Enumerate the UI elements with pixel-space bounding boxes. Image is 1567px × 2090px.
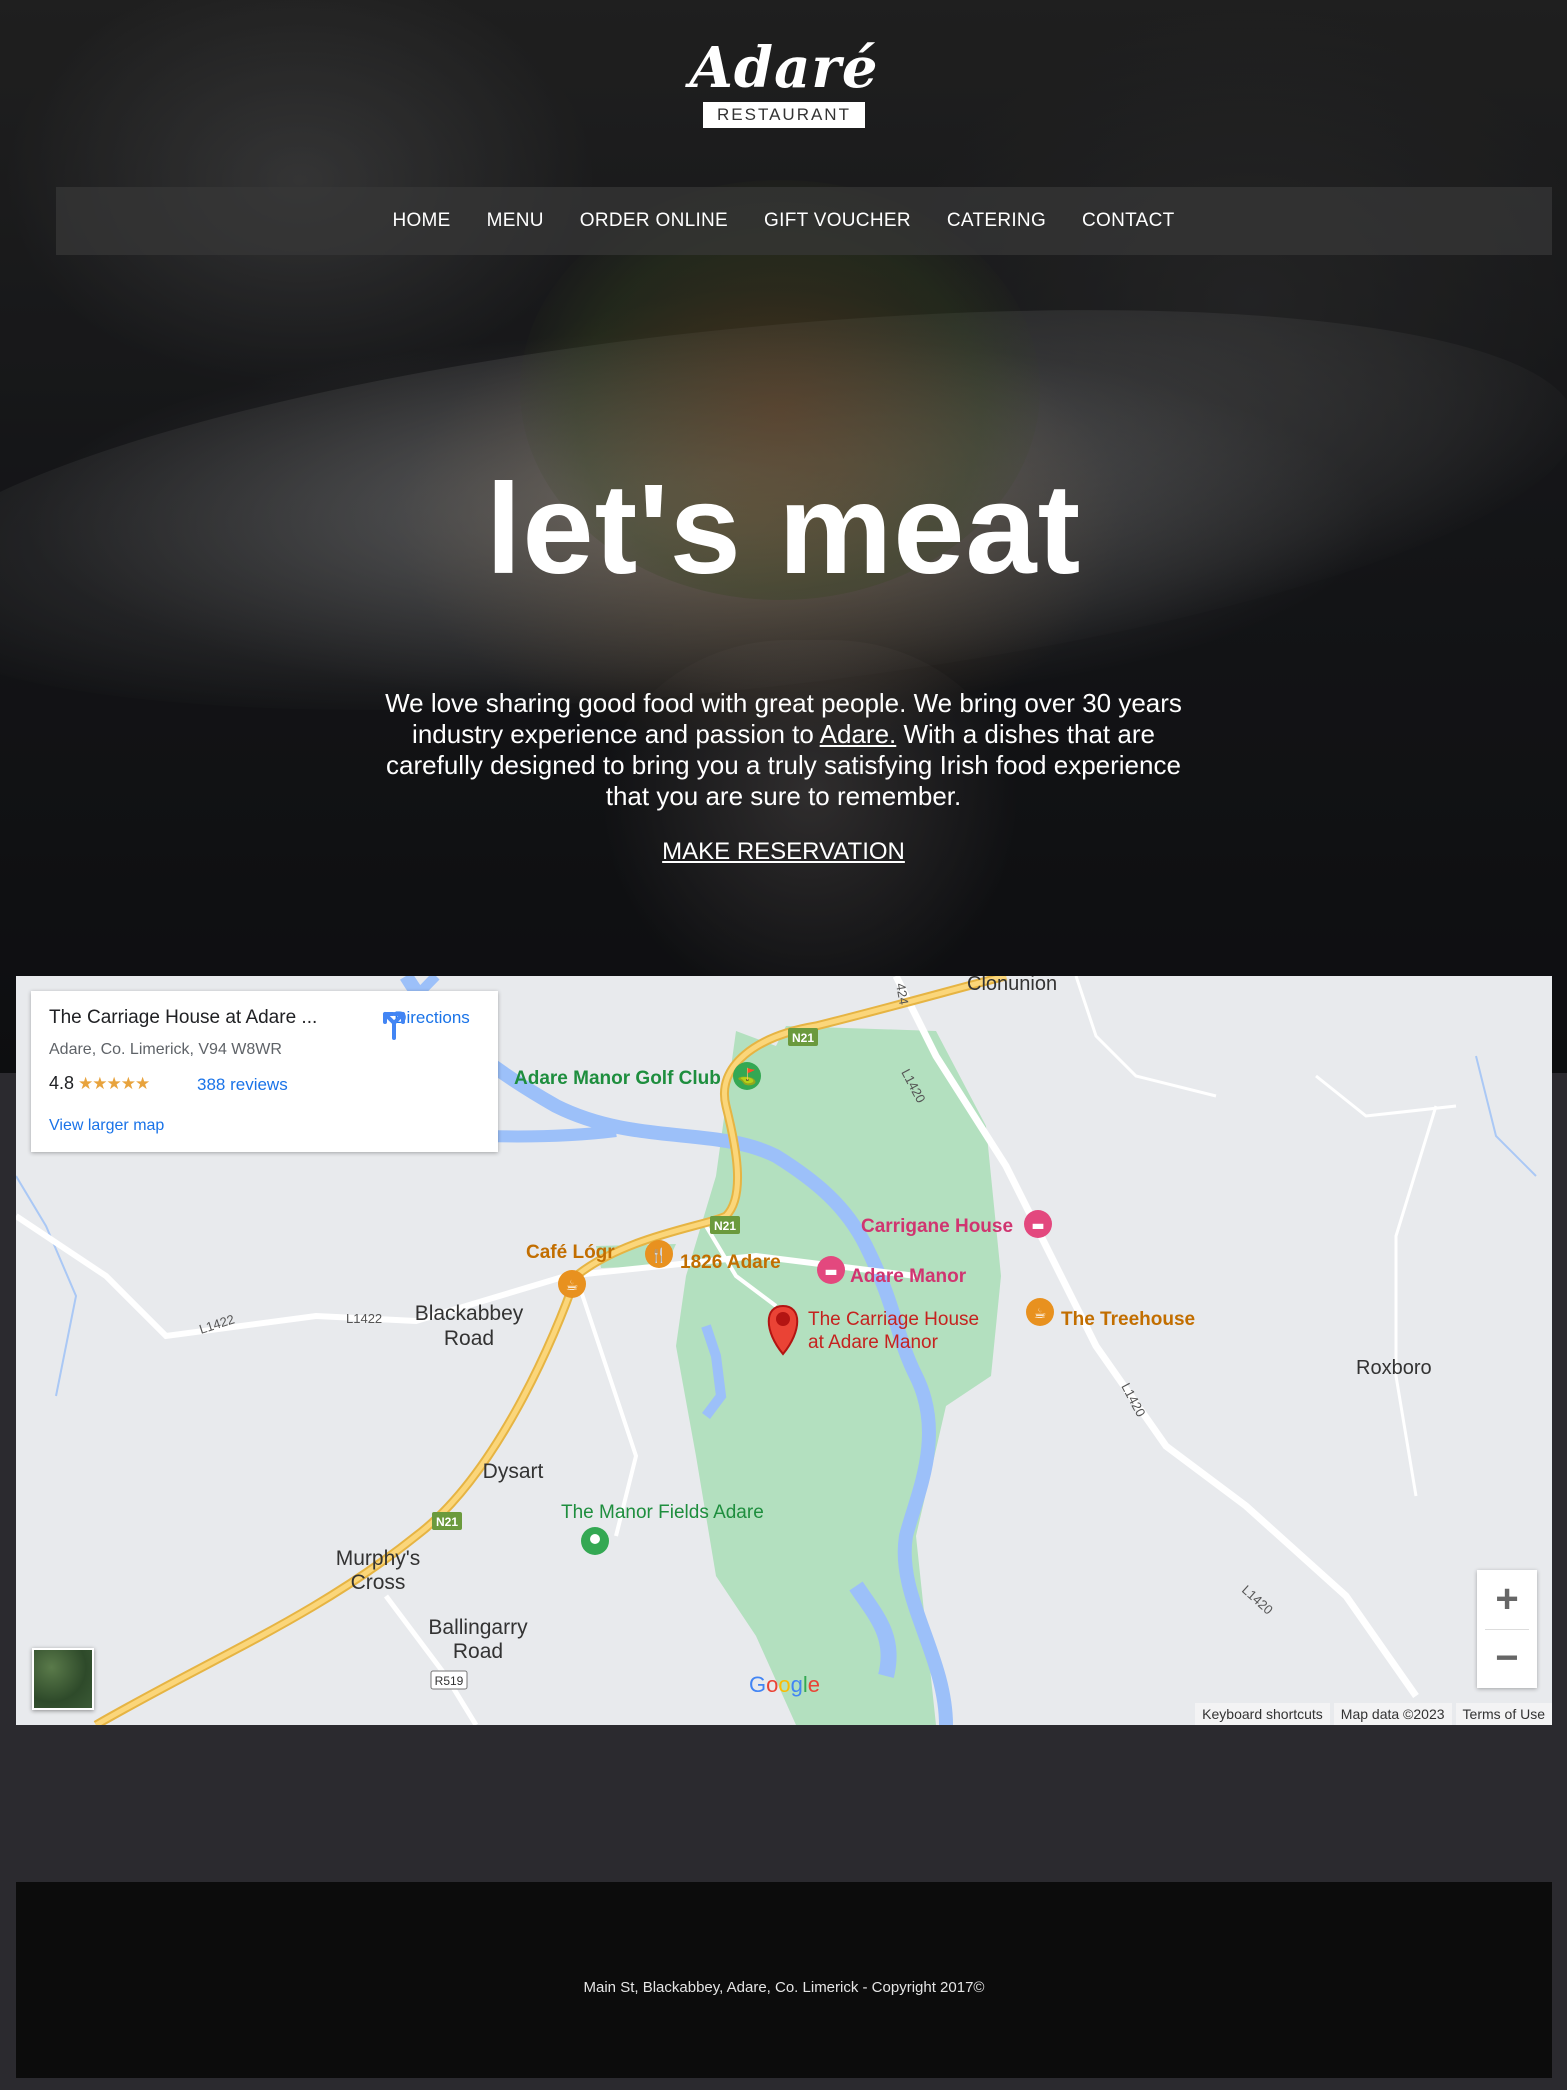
place-info-card: The Carriage House at Adare ... Adare, C… <box>31 991 498 1152</box>
label-blackabbey-1: Blackabbey <box>415 1302 524 1325</box>
zoom-control: + − <box>1477 1570 1537 1688</box>
make-reservation-link[interactable]: MAKE RESERVATION <box>662 838 905 865</box>
adare-manor-park <box>676 1026 1001 1725</box>
n21-shield-3: N21 <box>432 1512 462 1530</box>
bed-icon: ▬ <box>1031 1218 1044 1234</box>
main-nav: HOME MENU ORDER ONLINE GIFT VOUCHER CATE… <box>0 187 1567 255</box>
label-dysart: Dysart <box>483 1460 544 1483</box>
directions-icon <box>383 1012 405 1040</box>
zoom-out-button[interactable]: − <box>1477 1629 1537 1688</box>
nav-gift-voucher[interactable]: GIFT VOUCHER <box>764 210 911 232</box>
google-map[interactable]: N21 N21 N21 R519 L1422 L1422 L1420 L1420… <box>16 976 1552 1725</box>
svg-text:Carrigane House: Carrigane House <box>861 1216 1013 1237</box>
site-logo[interactable]: Adaré RESTAURANT <box>684 38 884 128</box>
svg-text:R519: R519 <box>435 1674 464 1688</box>
place-title: The Carriage House at Adare ... <box>49 1007 318 1028</box>
label-blackabbey-2: Road <box>444 1327 494 1350</box>
map-attribution: Keyboard shortcuts Map data ©2023 Terms … <box>1191 1703 1552 1725</box>
logo-subtitle: RESTAURANT <box>703 102 865 128</box>
svg-text:The Treehouse: The Treehouse <box>1061 1309 1195 1330</box>
golf-icon: ⛳ <box>737 1067 757 1086</box>
google-logo: Google <box>749 1672 821 1697</box>
map-data-text: Map data ©2023 <box>1333 1703 1452 1725</box>
svg-text:N21: N21 <box>714 1219 736 1233</box>
poi-treehouse[interactable]: ☕ The Treehouse <box>1026 1298 1195 1330</box>
place-rating: 4.8 ★★★★★ <box>49 1073 150 1094</box>
star-icons: ★★★★★ <box>78 1074 150 1093</box>
cafe-icon: ☕ <box>1034 1306 1047 1322</box>
svg-text:Café Lógr: Café Lógr <box>526 1242 615 1263</box>
svg-text:1826 Adare: 1826 Adare <box>680 1252 781 1273</box>
reservation-cta-wrap: MAKE RESERVATION <box>0 838 1567 866</box>
view-larger-map-link[interactable]: View larger map <box>49 1117 164 1135</box>
svg-text:Adare Manor: Adare Manor <box>850 1266 967 1287</box>
l1420-label-3: L1420 <box>1239 1582 1276 1617</box>
label-murphys-1: Murphy's <box>336 1547 421 1570</box>
footer-address-copyright: Main St, Blackabbey, Adare, Co. Limerick… <box>583 1979 985 1996</box>
nav-order-online[interactable]: ORDER ONLINE <box>580 210 728 232</box>
l1422-label-2: L1422 <box>346 1311 382 1326</box>
pin-label-2: at Adare Manor <box>808 1332 939 1353</box>
hotel-icon: ▬ <box>824 1264 837 1280</box>
l1420-label-2: L1420 <box>1118 1380 1148 1419</box>
label-ballingarry-2: Road <box>453 1640 503 1663</box>
hero-section: Adaré RESTAURANT HOME MENU ORDER ONLINE … <box>0 0 1567 1073</box>
hero-headline: let's meat <box>485 458 1082 601</box>
keyboard-shortcuts-link[interactable]: Keyboard shortcuts <box>1195 1703 1330 1725</box>
hero-intro: We love sharing good food with great peo… <box>370 688 1197 812</box>
terms-of-use-link[interactable]: Terms of Use <box>1455 1703 1552 1725</box>
svg-text:The Manor Fields Adare: The Manor Fields Adare <box>561 1502 764 1523</box>
main-nav-bar: HOME MENU ORDER ONLINE GIFT VOUCHER CATE… <box>56 187 1552 255</box>
reviews-link[interactable]: 388 reviews <box>197 1075 288 1095</box>
n21-shield-2: N21 <box>710 1216 740 1234</box>
n21-shield-1: N21 <box>788 1028 818 1046</box>
satellite-toggle-thumbnail[interactable] <box>32 1648 94 1710</box>
pin-label-1: The Carriage House <box>808 1309 979 1330</box>
restaurant-icon: 🍴 <box>650 1247 667 1264</box>
r519-shield: R519 <box>430 1670 468 1690</box>
cafe-icon: ☕ <box>566 1278 579 1294</box>
zoom-in-button[interactable]: + <box>1477 1570 1537 1629</box>
site-footer: Main St, Blackabbey, Adare, Co. Limerick… <box>16 1882 1552 2078</box>
label-clonunion: Clonunion <box>967 976 1057 995</box>
svg-text:N21: N21 <box>792 1031 814 1045</box>
l1422-label-1: L1422 <box>197 1311 236 1336</box>
intro-adare-link[interactable]: Adare. <box>820 719 897 749</box>
nav-menu[interactable]: MENU <box>487 210 544 232</box>
logo-script: Adaré <box>689 35 879 101</box>
nav-catering[interactable]: CATERING <box>947 210 1046 232</box>
rating-value: 4.8 <box>49 1073 75 1093</box>
label-roxboro: Roxboro <box>1356 1357 1432 1379</box>
nav-home[interactable]: HOME <box>392 210 450 232</box>
nav-contact[interactable]: CONTACT <box>1082 210 1175 232</box>
directions-button[interactable]: Directions <box>377 1006 487 1040</box>
label-ballingarry-1: Ballingarry <box>428 1616 528 1639</box>
svg-text:Adare Manor Golf Club: Adare Manor Golf Club <box>514 1068 721 1089</box>
place-address: Adare, Co. Limerick, V94 W8WR <box>49 1041 282 1058</box>
svg-text:N21: N21 <box>436 1515 458 1529</box>
label-murphys-2: Cross <box>351 1571 406 1594</box>
